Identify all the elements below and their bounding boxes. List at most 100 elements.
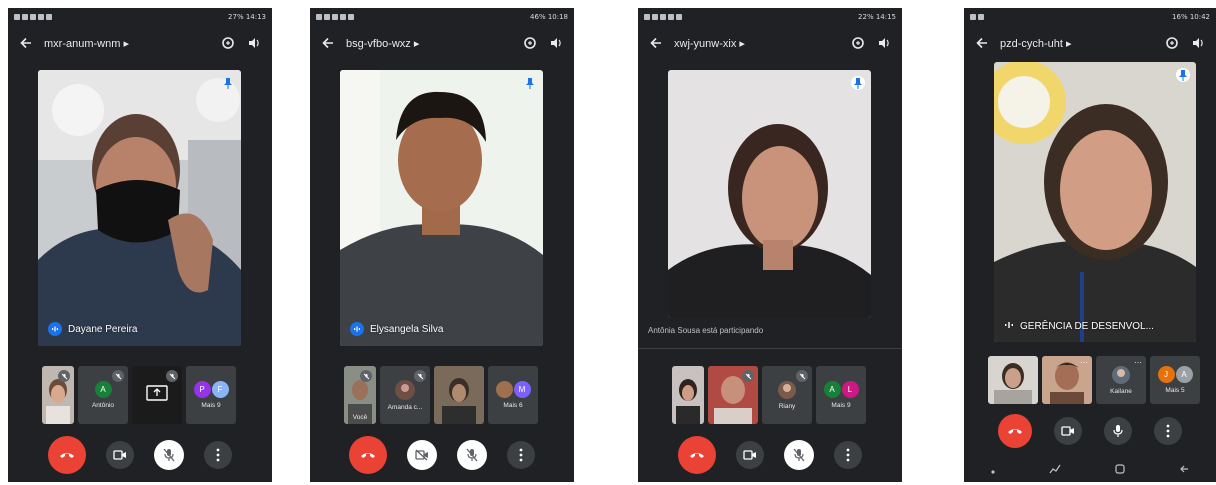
more-dots-icon[interactable]: ··· — [1134, 358, 1142, 367]
thumb-label: Você — [352, 414, 368, 421]
more-count-label: Mais 5 — [1165, 387, 1185, 394]
participant-video-thumb[interactable]: ··· — [1042, 356, 1092, 404]
participant-thumb-antonio[interactable]: A Antônio — [78, 366, 128, 424]
speaker-volume-icon[interactable] — [246, 35, 262, 51]
participant-thumb-kailane[interactable]: Kailane ··· — [1096, 356, 1146, 404]
participant-video-thumb[interactable] — [708, 366, 758, 424]
meeting-code[interactable]: pzd-cych-uht ▸ — [1000, 37, 1154, 50]
more-participants-thumb[interactable]: M Mais 6 — [488, 366, 538, 424]
nav-back-icon[interactable] — [1179, 461, 1189, 479]
main-video-tile[interactable]: Dayane Pereira — [38, 70, 241, 346]
camera-toggle-button[interactable] — [736, 441, 764, 469]
pin-icon[interactable] — [1176, 68, 1190, 82]
end-call-button[interactable] — [48, 436, 86, 474]
mic-toggle-button[interactable] — [1104, 417, 1132, 445]
avatar: M — [513, 381, 531, 398]
speaking-indicator-icon — [350, 322, 364, 336]
camera-toggle-button[interactable] — [1054, 417, 1082, 445]
participant-thumb-riany[interactable]: Riany — [762, 366, 812, 424]
speaker-volume-icon[interactable] — [1190, 35, 1206, 51]
mic-off-icon — [360, 370, 372, 382]
switch-camera-icon[interactable] — [522, 35, 538, 51]
speaker-label: Dayane Pereira — [48, 322, 137, 336]
more-options-button[interactable] — [834, 441, 862, 469]
participant-thumb-amanda[interactable]: Amanda c... — [380, 366, 430, 424]
top-bar: pzd-cych-uht ▸ — [964, 26, 1216, 60]
present-screen-icon — [146, 384, 168, 406]
screen-share-thumb[interactable] — [132, 366, 182, 424]
participant-video-thumb[interactable] — [434, 366, 484, 424]
android-nav-bar — [964, 458, 1216, 482]
self-thumbnail[interactable] — [988, 356, 1038, 404]
top-bar: bsg-vfbo-wxz ▸ — [310, 26, 574, 60]
mic-toggle-button[interactable] — [154, 440, 184, 470]
self-thumbnail[interactable] — [42, 366, 74, 424]
avatar: A — [823, 381, 841, 398]
battery-time: 16% 10:42 — [1172, 13, 1210, 21]
speaking-indicator-icon — [1004, 321, 1014, 332]
switch-camera-icon[interactable] — [220, 35, 236, 51]
speaking-indicator-icon — [48, 322, 62, 336]
more-dots-icon[interactable]: ··· — [1080, 358, 1088, 367]
camera-toggle-button[interactable] — [106, 441, 134, 469]
avatar: F — [211, 381, 229, 398]
self-thumbnail[interactable] — [672, 366, 704, 424]
top-bar: xwj-yunw-xix ▸ — [638, 26, 902, 60]
phone-screen-2: 46% 10:18 bsg-vfbo-wxz ▸ Elysangela Silv… — [310, 8, 574, 482]
speaker-volume-icon[interactable] — [876, 35, 892, 51]
back-arrow-icon[interactable] — [974, 35, 990, 51]
pin-icon[interactable] — [523, 76, 537, 90]
mic-off-icon — [166, 370, 178, 382]
back-arrow-icon[interactable] — [320, 35, 336, 51]
main-video-tile[interactable] — [668, 70, 871, 318]
mic-toggle-button[interactable] — [457, 440, 487, 470]
end-call-button[interactable] — [678, 436, 716, 474]
back-arrow-icon[interactable] — [18, 35, 34, 51]
meeting-code[interactable]: xwj-yunw-xix ▸ — [674, 37, 840, 50]
mic-off-icon — [742, 370, 754, 382]
self-thumbnail[interactable]: Você — [344, 366, 376, 424]
more-options-button[interactable] — [204, 441, 232, 469]
switch-camera-icon[interactable] — [850, 35, 866, 51]
avatar: A — [94, 381, 112, 398]
nav-recent-icon[interactable] — [1049, 461, 1061, 479]
switch-camera-icon[interactable] — [1164, 35, 1180, 51]
status-bar: 16% 10:42 — [964, 8, 1216, 26]
back-arrow-icon[interactable] — [648, 35, 664, 51]
meeting-code[interactable]: bsg-vfbo-wxz ▸ — [346, 37, 512, 50]
more-participants-thumb[interactable]: A L Mais 9 — [816, 366, 866, 424]
participant-video — [668, 70, 871, 318]
pin-icon[interactable] — [851, 76, 865, 90]
more-participants-thumb[interactable]: J A Mais 5 — [1150, 356, 1200, 404]
pin-icon[interactable] — [221, 76, 235, 90]
thumb-label: Riany — [778, 402, 796, 410]
speaker-label: Elysangela Silva — [350, 322, 443, 336]
camera-toggle-button[interactable] — [407, 440, 437, 470]
more-count-label: Mais 9 — [831, 402, 851, 409]
main-video-tile[interactable]: Elysangela Silva — [340, 70, 543, 346]
battery-time: 22% 14:15 — [858, 13, 896, 21]
speaker-volume-icon[interactable] — [548, 35, 564, 51]
mic-off-icon — [58, 370, 70, 382]
more-participants-thumb[interactable]: P F Mais 9 — [186, 366, 236, 424]
nav-home-icon[interactable] — [1115, 461, 1125, 479]
meeting-code[interactable]: mxr-anum-wnm ▸ — [44, 37, 210, 50]
thumb-label: Kailane — [1110, 387, 1132, 395]
avatar — [1112, 365, 1130, 384]
end-call-button[interactable] — [349, 436, 387, 474]
more-options-button[interactable] — [507, 441, 535, 469]
mic-toggle-button[interactable] — [784, 440, 814, 470]
more-options-button[interactable] — [1154, 417, 1182, 445]
participant-video — [994, 62, 1196, 342]
avatar: L — [841, 381, 859, 398]
nav-dot-icon — [991, 461, 995, 479]
participant-video — [38, 70, 241, 346]
speaker-name: Dayane Pereira — [68, 323, 138, 335]
call-controls — [310, 436, 574, 474]
participant-strip: ··· Kailane ··· J A Mais 5 — [988, 356, 1200, 404]
mic-off-icon — [796, 370, 808, 382]
end-call-button[interactable] — [998, 414, 1032, 448]
main-video-tile[interactable]: GERÊNCIA DE DESENVOL... — [994, 62, 1196, 342]
call-controls — [8, 436, 272, 474]
phone-screen-4: 16% 10:42 pzd-cych-uht ▸ GERÊNCIA DE DES… — [964, 8, 1216, 482]
